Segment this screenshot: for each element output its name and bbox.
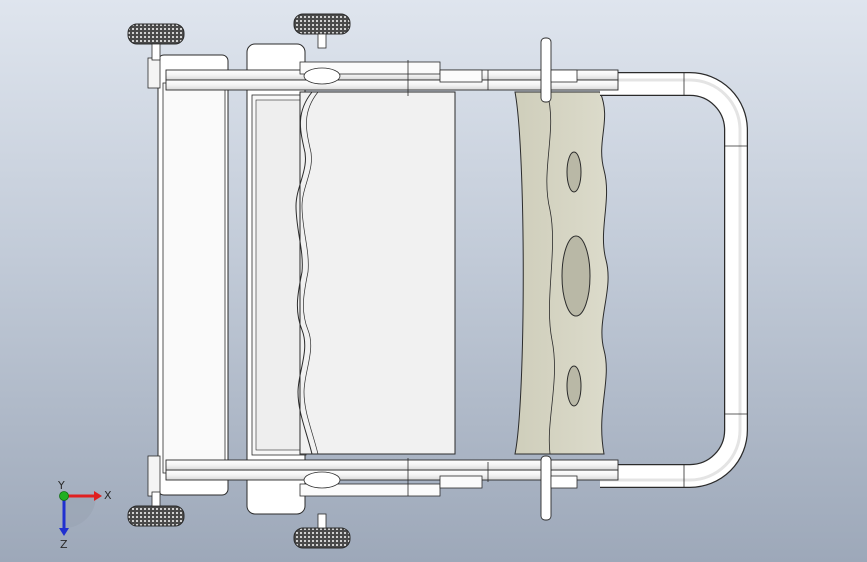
y-axis-label: Y bbox=[57, 479, 65, 492]
handle-tube bbox=[600, 72, 748, 488]
left-seat-panel bbox=[147, 54, 229, 497]
foot-plate bbox=[514, 91, 609, 455]
model-drawing[interactable]: X Y Z bbox=[0, 0, 867, 562]
x-axis-label: X bbox=[104, 489, 112, 502]
z-axis-label: Z bbox=[60, 538, 68, 551]
left-bracket-frame bbox=[246, 43, 307, 515]
wheel-top-right bbox=[293, 13, 351, 49]
cad-viewport[interactable]: X Y Z bbox=[0, 0, 867, 562]
wheel-bottom-left bbox=[127, 491, 185, 527]
wheel-bottom-right bbox=[293, 513, 351, 549]
center-seat-panel bbox=[295, 91, 456, 455]
axis-triad: X Y Z bbox=[57, 479, 112, 551]
y-axis-dot bbox=[59, 491, 69, 501]
